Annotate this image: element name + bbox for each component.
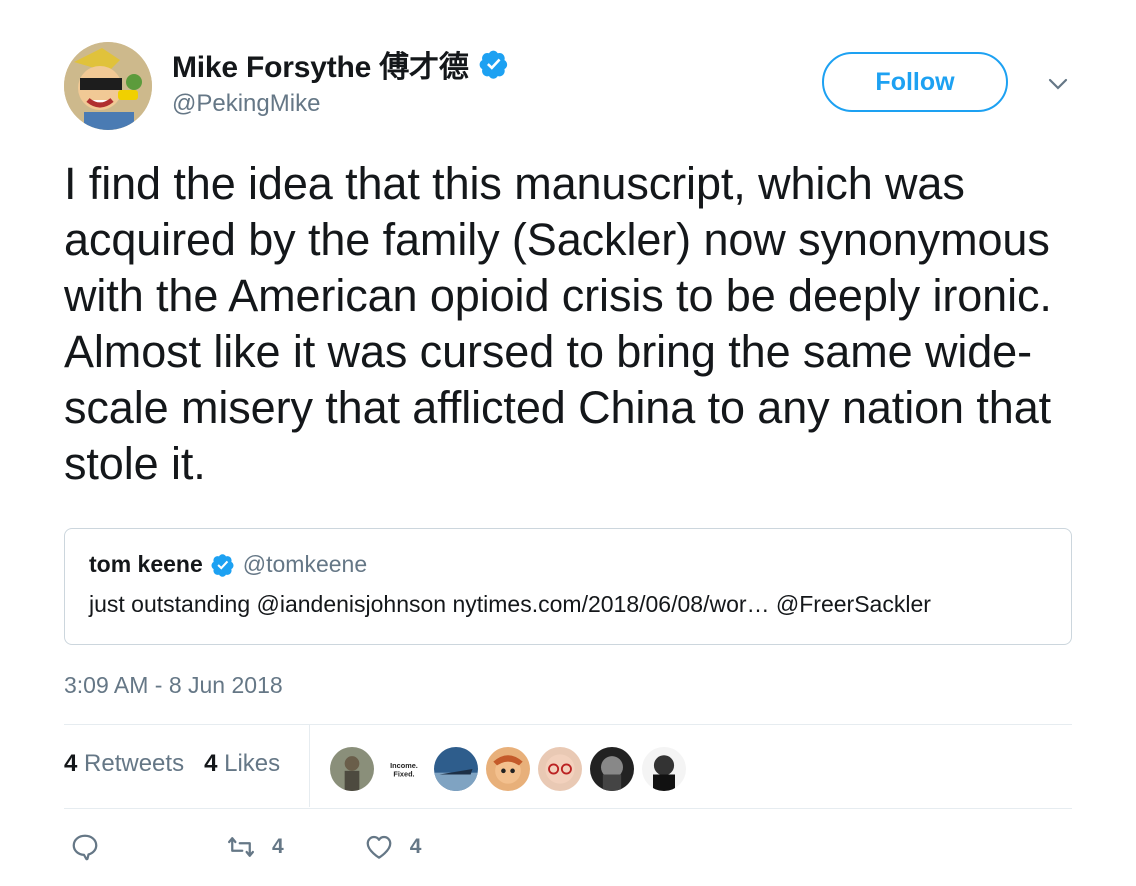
retweets-label: Retweets — [84, 750, 185, 777]
quoted-tweet[interactable]: tom keene @tomkeene just outstanding @ia… — [64, 528, 1072, 645]
verified-badge-icon — [211, 553, 234, 577]
quoted-author-name: tom keene — [89, 551, 203, 577]
engagement-stats: 4 Retweets 4 Likes — [64, 750, 280, 778]
stats-separator — [309, 725, 310, 807]
quoted-author-handle: @tomkeene — [242, 551, 368, 577]
retweet-button[interactable]: 4 — [226, 832, 284, 862]
follow-button[interactable]: Follow — [822, 52, 1008, 112]
divider — [64, 724, 1072, 725]
author-name-row: Mike Forsythe 傅才德 — [172, 42, 509, 86]
tweet-text: I find the idea that this manuscript, wh… — [64, 158, 1052, 489]
liker-avatar[interactable] — [536, 745, 584, 793]
liker-avatar[interactable] — [432, 745, 480, 793]
reply-button[interactable] — [70, 832, 116, 862]
likes-stat[interactable]: 4 Likes — [204, 750, 280, 778]
liker-avatar[interactable] — [640, 745, 688, 793]
quoted-tweet-text: just outstanding @iandenisjohnson nytime… — [89, 591, 931, 617]
heart-icon — [366, 835, 392, 859]
divider — [64, 808, 1072, 809]
like-button[interactable]: 4 — [364, 832, 422, 862]
retweet-count: 4 — [272, 835, 284, 858]
author-handle[interactable]: @PekingMike — [172, 90, 320, 118]
retweet-icon — [228, 837, 254, 857]
tweet-actions: 4 4 — [70, 832, 421, 862]
likes-count: 4 — [204, 750, 218, 777]
svg-text:Fixed.: Fixed. — [393, 769, 414, 778]
liker-avatar[interactable] — [484, 745, 532, 793]
retweets-stat[interactable]: 4 Retweets — [64, 750, 184, 778]
author-avatar[interactable] — [64, 42, 152, 130]
liker-avatar[interactable] — [328, 745, 376, 793]
reply-icon — [72, 834, 98, 861]
chevron-down-icon[interactable] — [1046, 72, 1070, 96]
tweet-timestamp[interactable]: 3:09 AM - 8 Jun 2018 — [64, 672, 283, 699]
quoted-tweet-header: tom keene @tomkeene — [89, 551, 367, 578]
likes-label: Likes — [224, 750, 281, 777]
author-display-name[interactable]: Mike Forsythe 傅才德 — [172, 42, 469, 86]
liker-avatar[interactable] — [588, 745, 636, 793]
verified-badge-icon — [479, 50, 507, 79]
liker-avatars: Income. Fixed. — [328, 745, 688, 793]
retweets-count: 4 — [64, 750, 78, 777]
like-count: 4 — [409, 835, 422, 858]
liker-avatar[interactable]: Income. Fixed. — [380, 745, 428, 793]
